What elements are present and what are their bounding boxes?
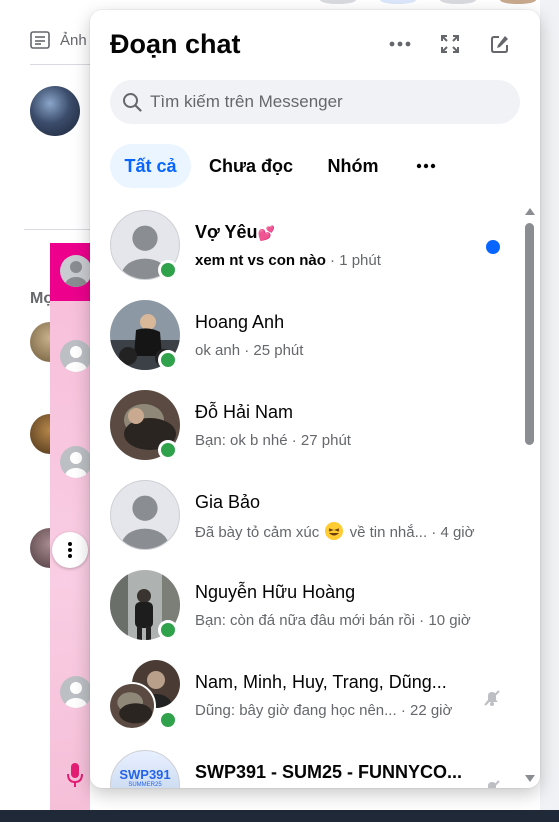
- contact-name: Hoang Anh: [195, 312, 285, 332]
- group-name: Nam, Minh, Huy, Trang, Dũng...: [195, 672, 447, 692]
- chat-message-avatar: [60, 340, 92, 372]
- contact-name: Vợ Yêu: [195, 222, 258, 242]
- more-horizontal-icon: [389, 41, 411, 47]
- contact-name: Nguyễn Hữu Hoàng: [195, 582, 356, 602]
- expand-icon: [441, 35, 459, 53]
- message-preview: xem nt vs con nào · 1 phút: [195, 252, 381, 269]
- avatar-subtext: SUMMER25: [128, 782, 162, 788]
- message-preview: Bạn: ok b nhé · 27 phút: [195, 432, 351, 449]
- options-button[interactable]: [388, 32, 412, 56]
- laughing-emoji-icon: [325, 522, 344, 540]
- message-time: · 22 giờ: [396, 702, 453, 719]
- conversation-item[interactable]: Hoang Anh ok anh · 25 phút: [90, 300, 526, 390]
- top-avatars: [320, 0, 536, 4]
- avatar: SWP391 SUMMER25: [110, 750, 180, 788]
- chats-panel: Đoạn chat Tất cả Chưa đọc Nhóm: [90, 10, 540, 788]
- online-status-dot: [158, 710, 178, 730]
- conversation-list: Vợ Yêu💕 xem nt vs con nào · 1 phút Hoang…: [90, 206, 540, 788]
- message-time: · 10 giờ: [415, 612, 471, 629]
- panel-title: Đoạn chat: [110, 29, 241, 59]
- search-bar[interactable]: [110, 80, 520, 124]
- online-status-dot: [158, 440, 178, 460]
- conversation-item[interactable]: SWP391 SUMMER25 SWP391 - SUM25 - FUNNYCO…: [90, 750, 526, 788]
- message-preview: Bạn: còn đá nữa đâu mới bán rồi · 10 giờ: [195, 612, 471, 629]
- message-snippet: Dũng: bây giờ đang học nên...: [195, 702, 397, 719]
- microphone-icon[interactable]: [66, 762, 84, 788]
- new-message-button[interactable]: [488, 32, 512, 56]
- group-name: SWP391 - SUM25 - FUNNYCO...: [195, 762, 463, 782]
- search-icon: [123, 93, 142, 112]
- tab-unread[interactable]: Chưa đọc: [202, 144, 300, 188]
- unread-dot: [486, 240, 500, 254]
- message-preview: Dũng: bây giờ đang học nên... · 22 giờ: [195, 702, 452, 719]
- message-snippet: Đã bày tỏ cảm xúc: [195, 524, 320, 541]
- heart-emoji: 💕: [257, 225, 275, 241]
- search-input[interactable]: [150, 80, 510, 124]
- expand-button[interactable]: [438, 32, 462, 56]
- muted-bell-icon: [484, 690, 500, 706]
- more-vertical-icon: [68, 542, 72, 558]
- message-time: · 4 giờ: [427, 524, 475, 541]
- avatar-text: SWP391: [119, 767, 171, 782]
- message-options-button[interactable]: [52, 532, 88, 568]
- conversation-item[interactable]: Gia Bảo Đã bày tỏ cảm xúc về tin nhắ... …: [90, 480, 526, 570]
- contact-name: Gia Bảo: [195, 492, 261, 512]
- muted-bell-icon: [488, 780, 500, 788]
- conversation-item[interactable]: Vợ Yêu💕 xem nt vs con nào · 1 phút: [90, 210, 526, 300]
- conversation-name: Vợ Yêu💕: [195, 222, 275, 243]
- chat-message-avatar: [60, 446, 92, 478]
- tab-groups[interactable]: Nhóm: [318, 144, 388, 188]
- divider: [24, 229, 90, 230]
- message-preview: ok anh · 25 phút: [195, 342, 303, 359]
- message-snippet: Bạn: ok b nhé: [195, 432, 288, 449]
- message-snippet-continued: về tin nhắ...: [349, 524, 428, 541]
- online-status-dot: [158, 350, 178, 370]
- message-time: · 1 phút: [325, 252, 381, 269]
- chat-message-avatar: [60, 676, 92, 708]
- photo-post-icon[interactable]: [30, 31, 50, 49]
- more-horizontal-icon: [416, 163, 436, 169]
- chat-window-background: [50, 243, 90, 810]
- compose-icon: [491, 36, 508, 53]
- taskbar: [0, 810, 559, 822]
- message-snippet: Bạn: còn đá nữa đâu mới bán rồi: [195, 612, 416, 629]
- message-preview: Đã bày tỏ cảm xúc về tin nhắ... · 4 giờ: [195, 522, 474, 541]
- message-time: · 27 phút: [287, 432, 351, 449]
- message-snippet: ok anh: [195, 342, 241, 359]
- message-snippet: xem nt vs con nào: [195, 252, 326, 269]
- right-edge: [540, 0, 559, 810]
- chat-window-avatar[interactable]: [60, 255, 92, 287]
- scroll-down-arrow-icon[interactable]: [524, 774, 536, 784]
- divider: [30, 64, 90, 65]
- conversation-item[interactable]: Nam, Minh, Huy, Trang, Dũng... Dũng: bây…: [90, 660, 526, 750]
- group-avatar-front: [108, 682, 156, 730]
- avatar: [110, 480, 180, 550]
- online-status-dot: [158, 620, 178, 640]
- scrollbar-thumb[interactable]: [525, 223, 534, 445]
- tab-all[interactable]: Tất cả: [110, 144, 191, 188]
- tab-more-button[interactable]: [408, 144, 444, 188]
- message-time: · 25 phút: [240, 342, 304, 359]
- scroll-up-arrow-icon[interactable]: [524, 206, 536, 216]
- photo-post-label[interactable]: Ảnh: [60, 32, 87, 49]
- profile-avatar[interactable]: [30, 86, 80, 136]
- conversation-item[interactable]: Đỗ Hải Nam Bạn: ok b nhé · 27 phút: [90, 390, 526, 480]
- online-status-dot: [158, 260, 178, 280]
- conversation-item[interactable]: Nguyễn Hữu Hoàng Bạn: còn đá nữa đâu mới…: [90, 570, 526, 660]
- contact-name: Đỗ Hải Nam: [195, 402, 294, 422]
